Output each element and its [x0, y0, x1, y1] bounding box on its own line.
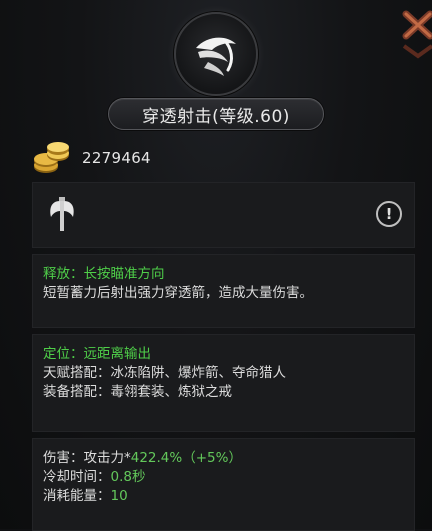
energy-value: 10	[110, 488, 128, 504]
talent-row: 天赋搭配：冰冻陷阱、爆炸箭、夺命猎人	[43, 364, 286, 383]
gear-label: 装备搭配：	[43, 384, 111, 400]
gear-value: 毒翎套装、炼狱之戒	[110, 384, 233, 400]
skill-title-bar: 穿透射击(等级.60)	[108, 98, 324, 130]
info-glyph: !	[385, 205, 393, 223]
weapon-panel: !	[32, 182, 415, 248]
gold-coins-icon	[32, 141, 78, 175]
damage-bonus: （+5%）	[182, 450, 242, 466]
release-label: 释放：长按瞄准方向	[43, 266, 165, 282]
talent-label: 天赋搭配：	[43, 365, 111, 381]
release-panel: 释放：长按瞄准方向 短暂蓄力后射出强力穿透箭，造成大量伤害。	[32, 254, 415, 328]
damage-row: 伤害：攻击力*422.4%（+5%）	[43, 449, 242, 468]
gold-amount: 2279464	[82, 149, 151, 167]
release-description: 短暂蓄力后射出强力穿透箭，造成大量伤害。	[43, 285, 313, 301]
gear-row: 装备搭配：毒翎套装、炼狱之戒	[43, 383, 286, 402]
cooldown-value: 0.8秒	[110, 469, 146, 485]
role-position: 定位：远距离输出	[43, 346, 151, 362]
info-icon[interactable]: !	[376, 201, 402, 227]
skill-icon	[174, 12, 258, 96]
damage-label: 伤害：攻击力*	[43, 450, 131, 466]
stats-panel: 伤害：攻击力*422.4%（+5%） 冷却时间：0.8秒 消耗能量：10	[32, 438, 415, 531]
talent-value: 冰冻陷阱、爆炸箭、夺命猎人	[110, 365, 287, 381]
energy-row: 消耗能量：10	[43, 487, 242, 506]
role-panel: 定位：远距离输出 天赋搭配：冰冻陷阱、爆炸箭、夺命猎人 装备搭配：毒翎套装、炼狱…	[32, 334, 415, 432]
arrow-skill-icon	[196, 37, 236, 76]
skill-title: 穿透射击(等级.60)	[142, 106, 290, 127]
close-ornament-icon[interactable]	[398, 6, 432, 62]
axe-icon	[50, 197, 74, 231]
damage-value: 422.4%	[130, 450, 183, 466]
cooldown-row: 冷却时间：0.8秒	[43, 468, 242, 487]
gold-row: 2279464	[32, 141, 151, 175]
cooldown-label: 冷却时间：	[43, 469, 111, 485]
energy-label: 消耗能量：	[43, 488, 111, 504]
